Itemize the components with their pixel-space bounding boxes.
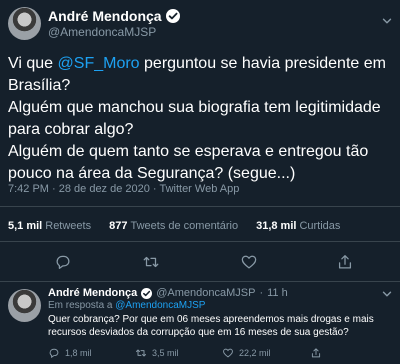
reply-share-button[interactable]: [310, 347, 322, 359]
author-name[interactable]: André Mendonça: [48, 8, 162, 24]
reply-count: 1,8 mil: [65, 348, 92, 358]
share-icon[interactable]: [336, 253, 354, 271]
tweet-paragraph-3: Alguém de quem tanto se esperava e entre…: [8, 143, 369, 182]
in-reply-mention[interactable]: @AmendoncaMJSP: [115, 300, 205, 311]
tweet-paragraph-2: Alguém que manchou sua biografia tem leg…: [8, 99, 381, 138]
retweet-icon: [136, 349, 146, 357]
tweet-paragraph-1: Vi que @SF_Moro perguntou se havia presi…: [8, 53, 392, 97]
in-reply-to: Em resposta a @AmendoncaMJSP: [48, 300, 205, 311]
reply-icon[interactable]: [54, 253, 72, 271]
quotes-stat[interactable]: 877 Tweets de comentário: [109, 220, 238, 232]
share-icon: [311, 348, 321, 358]
retweet-icon[interactable]: [142, 253, 160, 271]
reply-reply-button[interactable]: 1,8 mil: [48, 347, 92, 359]
verified-badge-icon: [141, 287, 153, 299]
reply-actions: 1,8 mil 3,5 mil 22,2 mil: [48, 347, 393, 361]
in-reply-label: Em resposta a: [48, 300, 113, 311]
reply-retweet-button[interactable]: 3,5 mil: [135, 347, 179, 359]
reply-like-button[interactable]: 22,2 mil: [222, 347, 271, 359]
divider: [0, 281, 400, 282]
tweet-stats: 5,1 mil Retweets 877 Tweets de comentário …: [8, 220, 340, 232]
tweet-text: Vi que @SF_Moro perguntou se havia presi…: [8, 53, 392, 185]
reply-time[interactable]: 11 h: [267, 287, 288, 299]
separator: ·: [259, 287, 264, 299]
reply-text: Quer cobrança? Por que em 06 meses apree…: [48, 314, 374, 338]
verified-badge-icon: [165, 9, 180, 23]
divider: [0, 241, 400, 242]
avatar[interactable]: [8, 7, 41, 40]
like-icon[interactable]: [240, 253, 258, 271]
tweet-text-pre: Vi que: [8, 55, 58, 72]
like-icon: [223, 348, 233, 358]
retweets-stat[interactable]: 5,1 mil Retweets: [8, 220, 91, 232]
chevron-down-icon[interactable]: [382, 16, 392, 26]
reply-icon: [49, 348, 59, 359]
tweet-actions: [0, 253, 400, 273]
author-handle[interactable]: @AmendoncaMJSP: [48, 25, 156, 39]
like-count: 22,2 mil: [239, 348, 271, 358]
author-row: André Mendonça: [48, 8, 180, 24]
retweet-count: 3,5 mil: [152, 348, 179, 358]
divider: [0, 206, 400, 207]
likes-stat[interactable]: 31,8 mil Curtidas: [256, 220, 340, 232]
reply-handle[interactable]: @AmendoncaMJSP: [156, 287, 255, 299]
mention-link[interactable]: @SF_Moro: [58, 55, 140, 72]
reply-avatar[interactable]: [8, 289, 41, 322]
tweet-timestamp[interactable]: 7:42 PM · 28 de dez de 2020 · Twitter We…: [8, 183, 239, 195]
chevron-down-icon[interactable]: [382, 289, 392, 299]
reply-header: André Mendonça @AmendoncaMJSP · 11 h: [48, 287, 288, 299]
reply-author-name[interactable]: André Mendonça: [48, 287, 137, 299]
